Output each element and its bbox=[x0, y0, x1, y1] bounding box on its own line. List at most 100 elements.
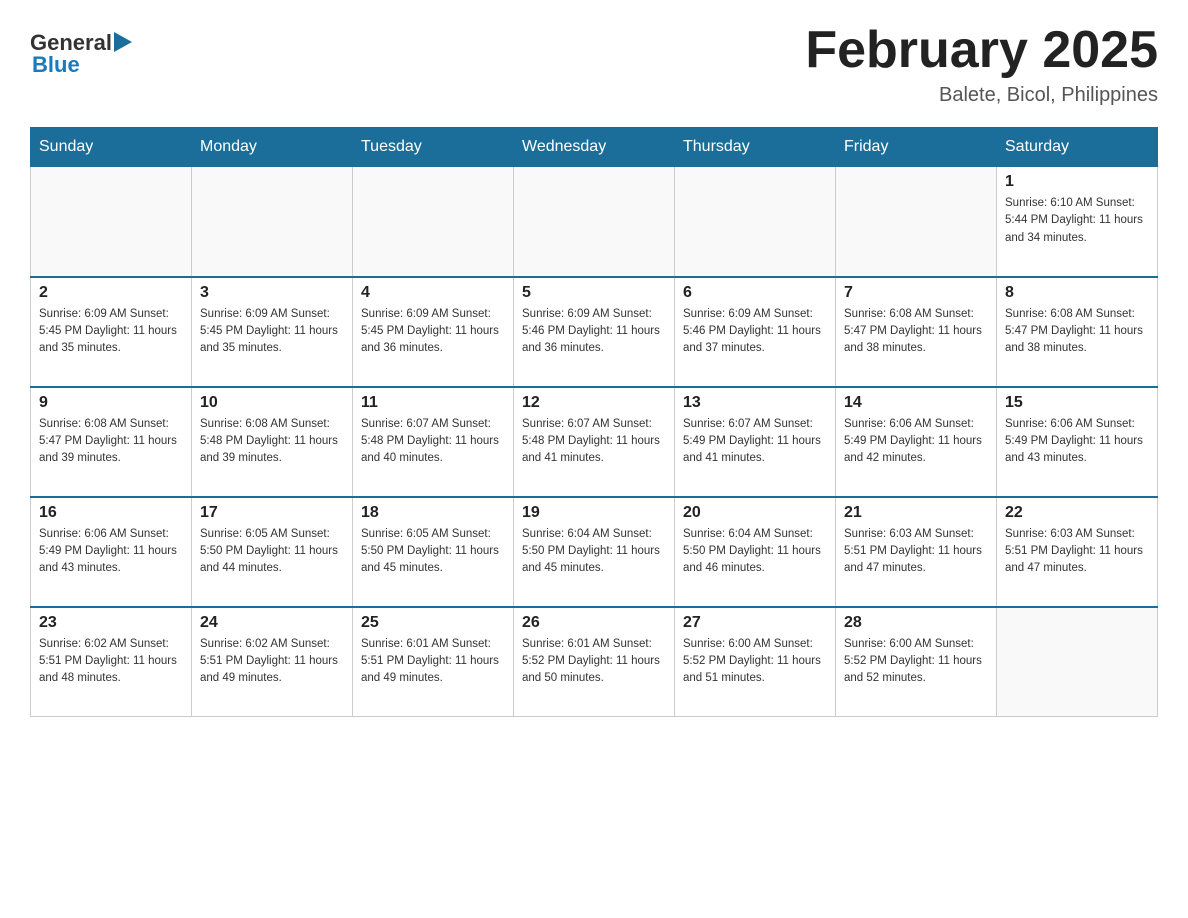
calendar-day-cell: 21 Sunrise: 6:03 AM Sunset: 5:51 PM Dayli… bbox=[836, 497, 997, 607]
calendar-day-cell: 5Sunrise: 6:09 AM Sunset: 5:46 PM Daylig… bbox=[514, 277, 675, 387]
day-info: Sunrise: 6:02 AM Sunset: 5:51 PM Dayligh… bbox=[200, 636, 344, 688]
day-number: 9 bbox=[39, 394, 183, 412]
day-info: Sunrise: 6:00 AM Sunset: 5:52 PM Dayligh… bbox=[844, 636, 988, 688]
day-info: Sunrise: 6:09 AM Sunset: 5:45 PM Dayligh… bbox=[361, 306, 505, 358]
day-info: Sunrise: 6:09 AM Sunset: 5:46 PM Dayligh… bbox=[683, 306, 827, 358]
calendar-day-cell: 8 Sunrise: 6:08 AM Sunset: 5:47 PM Daylig… bbox=[997, 277, 1158, 387]
day-of-week-header: Monday bbox=[192, 128, 353, 167]
calendar-week-row: 2 Sunrise: 6:09 AM Sunset: 5:45 PM Daylig… bbox=[31, 277, 1158, 387]
day-number: 22 bbox=[1005, 504, 1149, 522]
calendar-day-cell: 20 Sunrise: 6:04 AM Sunset: 5:50 PM Dayli… bbox=[675, 497, 836, 607]
calendar-day-cell: 25 Sunrise: 6:01 AM Sunset: 5:51 PM Dayli… bbox=[353, 607, 514, 717]
day-info: Sunrise: 6:07 AM Sunset: 5:49 PM Dayligh… bbox=[683, 416, 827, 468]
calendar-week-row: 1 Sunrise: 6:10 AM Sunset: 5:44 PM Daylig… bbox=[31, 167, 1158, 277]
day-info: Sunrise: 6:00 AM Sunset: 5:52 PM Dayligh… bbox=[683, 636, 827, 688]
day-number: 27 bbox=[683, 614, 827, 632]
day-number: 28 bbox=[844, 614, 988, 632]
page-header: General Blue February 2025 Balete, Bicol… bbox=[30, 20, 1158, 107]
logo-blue-text: Blue bbox=[32, 52, 80, 78]
day-of-week-header: Thursday bbox=[675, 128, 836, 167]
calendar-day-cell: 3Sunrise: 6:09 AM Sunset: 5:45 PM Daylig… bbox=[192, 277, 353, 387]
calendar-day-cell: 12Sunrise: 6:07 AM Sunset: 5:48 PM Dayli… bbox=[514, 387, 675, 497]
day-info: Sunrise: 6:09 AM Sunset: 5:45 PM Dayligh… bbox=[39, 306, 183, 358]
title-section: February 2025 Balete, Bicol, Philippines bbox=[805, 20, 1158, 107]
calendar-day-cell: 2 Sunrise: 6:09 AM Sunset: 5:45 PM Daylig… bbox=[31, 277, 192, 387]
calendar-day-cell bbox=[997, 607, 1158, 717]
calendar-day-cell: 9 Sunrise: 6:08 AM Sunset: 5:47 PM Daylig… bbox=[31, 387, 192, 497]
day-number: 1 bbox=[1005, 173, 1149, 191]
day-number: 18 bbox=[361, 504, 505, 522]
day-number: 26 bbox=[522, 614, 666, 632]
calendar-day-cell bbox=[192, 167, 353, 277]
calendar-title: February 2025 bbox=[805, 20, 1158, 80]
calendar-table: SundayMondayTuesdayWednesdayThursdayFrid… bbox=[30, 127, 1158, 717]
calendar-day-cell bbox=[836, 167, 997, 277]
calendar-week-row: 9 Sunrise: 6:08 AM Sunset: 5:47 PM Daylig… bbox=[31, 387, 1158, 497]
day-info: Sunrise: 6:01 AM Sunset: 5:52 PM Dayligh… bbox=[522, 636, 666, 688]
day-info: Sunrise: 6:06 AM Sunset: 5:49 PM Dayligh… bbox=[1005, 416, 1149, 468]
calendar-day-cell: 22 Sunrise: 6:03 AM Sunset: 5:51 PM Dayli… bbox=[997, 497, 1158, 607]
day-number: 20 bbox=[683, 504, 827, 522]
calendar-day-cell: 28 Sunrise: 6:00 AM Sunset: 5:52 PM Dayli… bbox=[836, 607, 997, 717]
day-number: 13 bbox=[683, 394, 827, 412]
calendar-header-row: SundayMondayTuesdayWednesdayThursdayFrid… bbox=[31, 128, 1158, 167]
calendar-day-cell: 13 Sunrise: 6:07 AM Sunset: 5:49 PM Dayli… bbox=[675, 387, 836, 497]
calendar-day-cell: 15 Sunrise: 6:06 AM Sunset: 5:49 PM Dayli… bbox=[997, 387, 1158, 497]
calendar-day-cell bbox=[675, 167, 836, 277]
calendar-week-row: 23 Sunrise: 6:02 AM Sunset: 5:51 PM Dayli… bbox=[31, 607, 1158, 717]
calendar-day-cell: 10 Sunrise: 6:08 AM Sunset: 5:48 PM Dayli… bbox=[192, 387, 353, 497]
calendar-day-cell: 1 Sunrise: 6:10 AM Sunset: 5:44 PM Daylig… bbox=[997, 167, 1158, 277]
day-number: 23 bbox=[39, 614, 183, 632]
calendar-subtitle: Balete, Bicol, Philippines bbox=[805, 84, 1158, 107]
day-info: Sunrise: 6:03 AM Sunset: 5:51 PM Dayligh… bbox=[844, 526, 988, 578]
day-info: Sunrise: 6:06 AM Sunset: 5:49 PM Dayligh… bbox=[39, 526, 183, 578]
day-info: Sunrise: 6:05 AM Sunset: 5:50 PM Dayligh… bbox=[200, 526, 344, 578]
calendar-day-cell: 19 Sunrise: 6:04 AM Sunset: 5:50 PM Dayli… bbox=[514, 497, 675, 607]
calendar-day-cell: 4 Sunrise: 6:09 AM Sunset: 5:45 PM Daylig… bbox=[353, 277, 514, 387]
calendar-week-row: 16 Sunrise: 6:06 AM Sunset: 5:49 PM Dayli… bbox=[31, 497, 1158, 607]
day-number: 19 bbox=[522, 504, 666, 522]
day-number: 8 bbox=[1005, 284, 1149, 302]
day-number: 21 bbox=[844, 504, 988, 522]
day-of-week-header: Friday bbox=[836, 128, 997, 167]
day-info: Sunrise: 6:01 AM Sunset: 5:51 PM Dayligh… bbox=[361, 636, 505, 688]
day-info: Sunrise: 6:04 AM Sunset: 5:50 PM Dayligh… bbox=[522, 526, 666, 578]
day-number: 10 bbox=[200, 394, 344, 412]
day-number: 17 bbox=[200, 504, 344, 522]
day-of-week-header: Saturday bbox=[997, 128, 1158, 167]
day-info: Sunrise: 6:05 AM Sunset: 5:50 PM Dayligh… bbox=[361, 526, 505, 578]
calendar-day-cell: 17 Sunrise: 6:05 AM Sunset: 5:50 PM Dayli… bbox=[192, 497, 353, 607]
day-number: 14 bbox=[844, 394, 988, 412]
calendar-day-cell: 6 Sunrise: 6:09 AM Sunset: 5:46 PM Daylig… bbox=[675, 277, 836, 387]
day-info: Sunrise: 6:09 AM Sunset: 5:46 PM Dayligh… bbox=[522, 306, 666, 358]
calendar-day-cell: 23Sunrise: 6:02 AM Sunset: 5:51 PM Dayli… bbox=[31, 607, 192, 717]
day-info: Sunrise: 6:08 AM Sunset: 5:47 PM Dayligh… bbox=[39, 416, 183, 468]
day-number: 12 bbox=[522, 394, 666, 412]
logo-triangle-icon bbox=[112, 34, 132, 52]
day-info: Sunrise: 6:08 AM Sunset: 5:47 PM Dayligh… bbox=[844, 306, 988, 358]
day-number: 16 bbox=[39, 504, 183, 522]
calendar-day-cell: 16 Sunrise: 6:06 AM Sunset: 5:49 PM Dayli… bbox=[31, 497, 192, 607]
day-info: Sunrise: 6:08 AM Sunset: 5:48 PM Dayligh… bbox=[200, 416, 344, 468]
day-of-week-header: Wednesday bbox=[514, 128, 675, 167]
calendar-day-cell: 24Sunrise: 6:02 AM Sunset: 5:51 PM Dayli… bbox=[192, 607, 353, 717]
day-number: 3 bbox=[200, 284, 344, 302]
calendar-day-cell bbox=[514, 167, 675, 277]
day-number: 2 bbox=[39, 284, 183, 302]
calendar-day-cell: 14 Sunrise: 6:06 AM Sunset: 5:49 PM Dayli… bbox=[836, 387, 997, 497]
calendar-day-cell: 27 Sunrise: 6:00 AM Sunset: 5:52 PM Dayli… bbox=[675, 607, 836, 717]
day-number: 15 bbox=[1005, 394, 1149, 412]
calendar-day-cell bbox=[31, 167, 192, 277]
day-info: Sunrise: 6:03 AM Sunset: 5:51 PM Dayligh… bbox=[1005, 526, 1149, 578]
day-info: Sunrise: 6:10 AM Sunset: 5:44 PM Dayligh… bbox=[1005, 195, 1149, 247]
day-info: Sunrise: 6:08 AM Sunset: 5:47 PM Dayligh… bbox=[1005, 306, 1149, 358]
day-number: 6 bbox=[683, 284, 827, 302]
day-info: Sunrise: 6:04 AM Sunset: 5:50 PM Dayligh… bbox=[683, 526, 827, 578]
calendar-day-cell: 7Sunrise: 6:08 AM Sunset: 5:47 PM Daylig… bbox=[836, 277, 997, 387]
calendar-day-cell bbox=[353, 167, 514, 277]
day-info: Sunrise: 6:06 AM Sunset: 5:49 PM Dayligh… bbox=[844, 416, 988, 468]
calendar-day-cell: 26 Sunrise: 6:01 AM Sunset: 5:52 PM Dayli… bbox=[514, 607, 675, 717]
day-number: 25 bbox=[361, 614, 505, 632]
day-number: 11 bbox=[361, 394, 505, 412]
day-number: 4 bbox=[361, 284, 505, 302]
